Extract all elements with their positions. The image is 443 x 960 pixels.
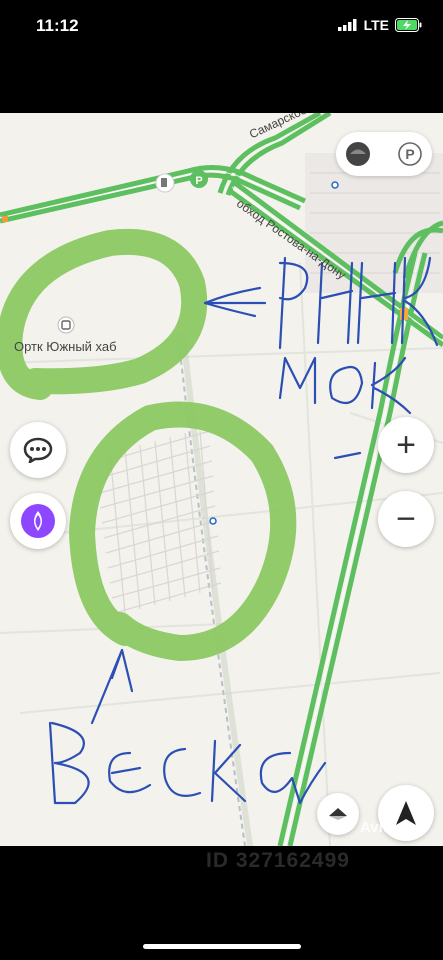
status-indicators: LTE bbox=[337, 17, 423, 33]
signal-icon bbox=[337, 19, 357, 31]
parking-button[interactable]: P bbox=[392, 136, 428, 172]
parking-icon-label: P bbox=[405, 146, 415, 162]
battery-charging-icon bbox=[395, 18, 422, 32]
compass-button[interactable] bbox=[317, 793, 359, 835]
map-view[interactable]: P Самарское обход Ростова-на-Дону Ортк Ю… bbox=[0, 113, 443, 846]
poi-label-hub: Ортк Южный хаб bbox=[14, 339, 117, 354]
avito-watermark: Avito bbox=[360, 819, 397, 836]
chat-button[interactable] bbox=[10, 422, 66, 478]
navigation-arrow-icon bbox=[396, 801, 416, 825]
assistant-button[interactable] bbox=[10, 493, 66, 549]
zoom-out-button[interactable]: − bbox=[378, 491, 434, 547]
map-layers-icon bbox=[346, 142, 370, 166]
status-bar: 11:12 LTE bbox=[0, 0, 443, 113]
compass-icon bbox=[329, 808, 347, 820]
layers-toolbar: P bbox=[336, 132, 432, 176]
network-type: LTE bbox=[363, 17, 389, 33]
chat-bubble-icon bbox=[23, 437, 53, 463]
plus-icon: + bbox=[396, 426, 416, 464]
listing-id: ID 327162499 bbox=[206, 849, 350, 872]
ink-arrow-vesna bbox=[90, 648, 134, 725]
footer-bar: ID 327162499 bbox=[0, 846, 443, 960]
minus-icon: − bbox=[396, 500, 416, 538]
status-time: 11:12 bbox=[36, 16, 79, 35]
handwriting-markup bbox=[48, 256, 439, 805]
zoom-in-button[interactable]: + bbox=[378, 417, 434, 473]
home-indicator[interactable] bbox=[143, 944, 301, 949]
layers-button[interactable] bbox=[340, 136, 376, 172]
alice-assistant-icon bbox=[21, 504, 55, 538]
